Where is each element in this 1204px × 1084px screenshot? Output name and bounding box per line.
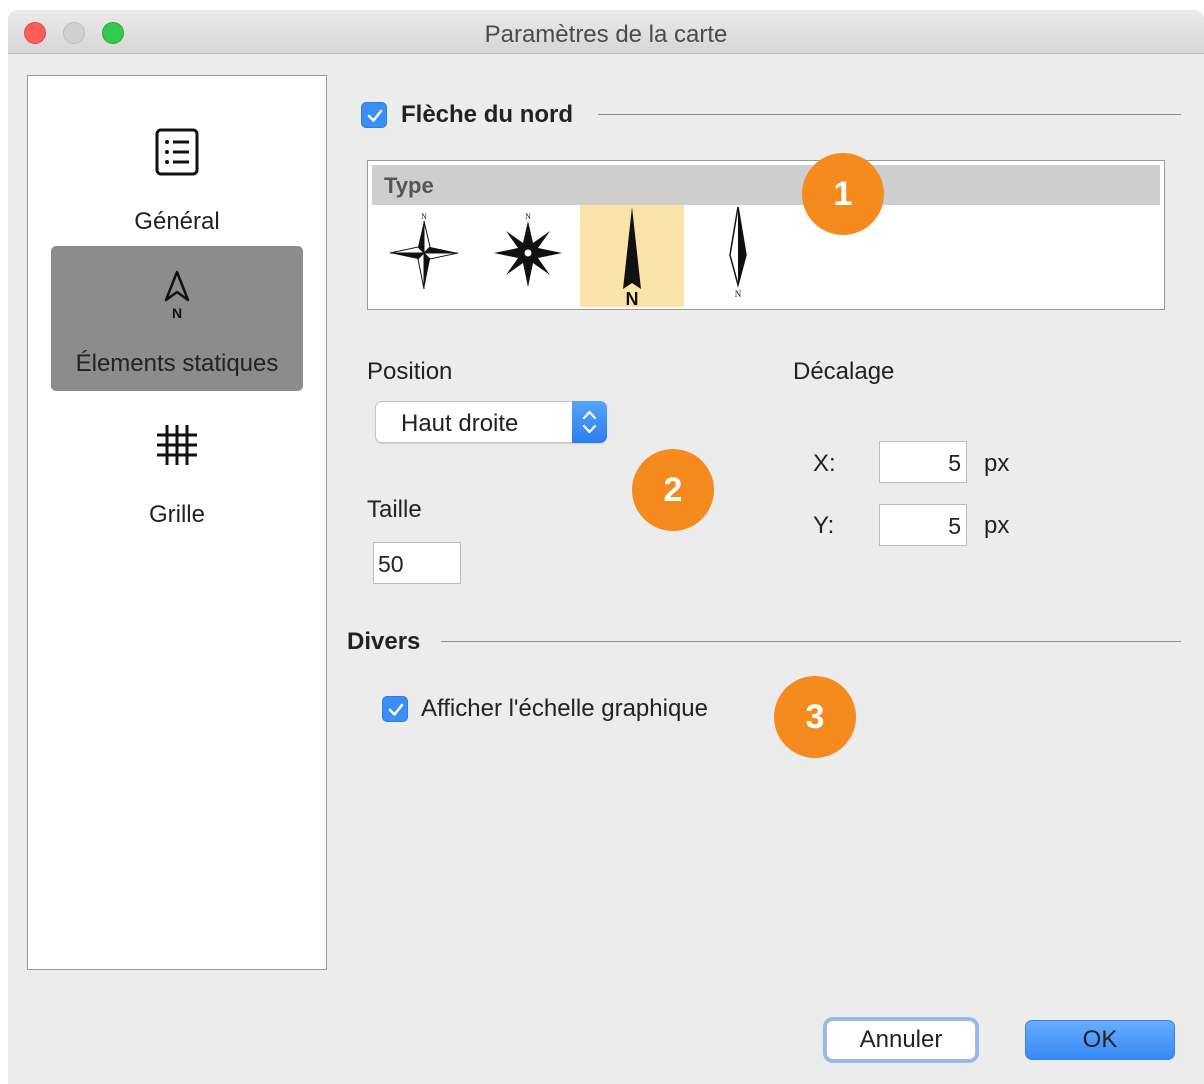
list-icon: [155, 128, 199, 181]
position-select[interactable]: Haut droite: [375, 401, 607, 443]
size-input[interactable]: 50: [373, 542, 461, 584]
callout-badge-2: 2: [632, 449, 714, 531]
section-divider: [598, 114, 1181, 115]
sidebar-item-general-label: Général: [134, 208, 220, 235]
position-select-value: Haut droite: [401, 410, 519, 437]
offset-x-input[interactable]: 5: [879, 441, 967, 483]
size-label: Taille: [367, 496, 422, 523]
arrow-type-compass-rose-4-point[interactable]: N: [372, 205, 476, 307]
svg-text:N: N: [626, 289, 639, 307]
sidebar-item-static-elements[interactable]: N Élements statiques: [51, 246, 303, 391]
section-divider: [441, 641, 1181, 642]
title-bar: Paramètres de la carte: [8, 10, 1204, 54]
grid-icon: [155, 423, 199, 472]
sidebar-item-static-elements-label: Élements statiques: [75, 350, 279, 377]
offset-y-label: Y:: [813, 512, 835, 539]
ok-button[interactable]: OK: [1025, 1020, 1175, 1060]
show-scale-label[interactable]: Afficher l'échelle graphique: [421, 695, 708, 723]
show-scale-checkbox[interactable]: [382, 696, 408, 722]
window-title: Paramètres de la carte: [484, 21, 728, 48]
offset-y-input[interactable]: 5: [879, 504, 967, 546]
chevron-up-down-icon: [572, 401, 607, 443]
checkmark-icon: [367, 109, 383, 122]
callout-badge-1: 1: [802, 153, 884, 235]
callout-badge-3: 3: [774, 676, 856, 758]
offset-x-unit: px: [984, 450, 1010, 477]
offset-x-label: X:: [813, 450, 836, 477]
map-settings-window: Paramètres de la carte Général N Élement…: [8, 10, 1204, 1084]
checkmark-icon: [388, 703, 404, 716]
arrow-type-compass-rose-8-point[interactable]: N: [476, 205, 580, 307]
svg-text:N: N: [172, 305, 182, 321]
north-arrow-section-title[interactable]: Flèche du nord: [401, 101, 573, 129]
misc-section-title: Divers: [347, 628, 421, 655]
svg-text:N: N: [421, 212, 427, 221]
settings-sidebar: Général N Élements statiques Grille: [27, 75, 327, 970]
sidebar-item-general[interactable]: Général: [51, 116, 303, 261]
offset-y-unit: px: [984, 512, 1010, 539]
compass-rose-4-icon: N: [389, 212, 459, 290]
compass-rose-8-icon: N: [494, 212, 562, 287]
arrow-type-slim-north-arrow[interactable]: N: [684, 205, 788, 307]
black-north-arrow-icon: N: [623, 207, 641, 309]
north-arrow-checkbox[interactable]: [361, 102, 387, 128]
slim-north-arrow-icon: N: [729, 206, 747, 299]
svg-text:N: N: [525, 212, 531, 221]
offset-label: Décalage: [793, 358, 895, 385]
arrow-type-black-north-arrow[interactable]: N: [580, 205, 684, 309]
sidebar-item-grid[interactable]: Grille: [51, 411, 303, 556]
sidebar-item-grid-label: Grille: [148, 501, 205, 528]
north-arrow-icon: N: [162, 270, 192, 327]
svg-text:N: N: [735, 289, 742, 299]
type-column-header: Type: [372, 165, 1160, 205]
arrow-type-list: Type N N N N: [367, 160, 1165, 310]
position-label: Position: [367, 358, 453, 385]
cancel-button[interactable]: Annuler: [826, 1020, 976, 1060]
